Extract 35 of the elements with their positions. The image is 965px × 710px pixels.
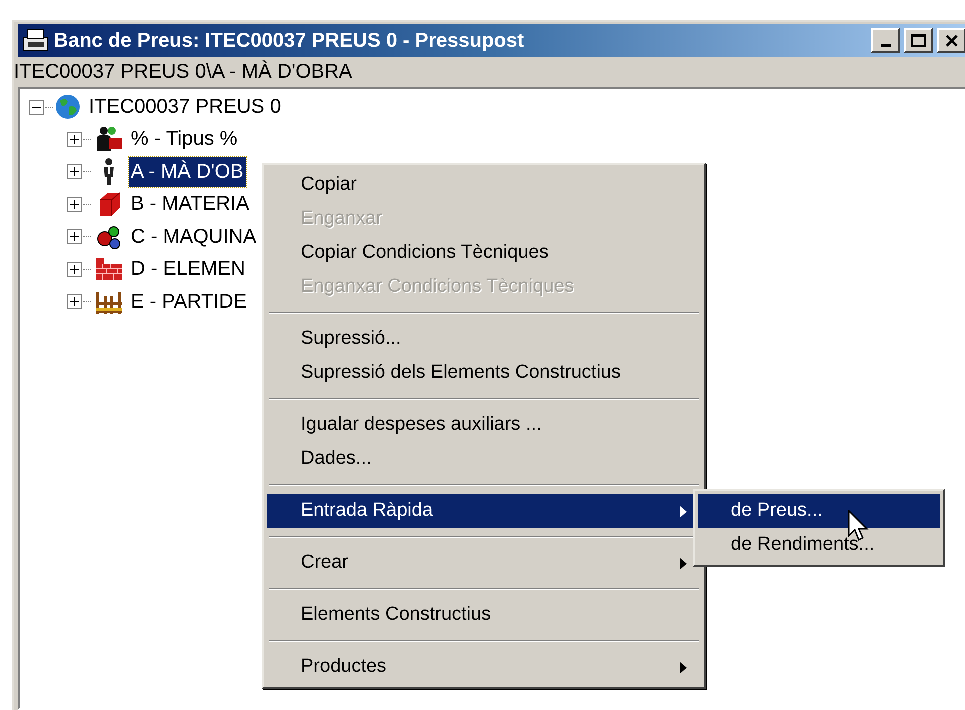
person-icon <box>101 158 117 186</box>
tree-item[interactable]: B - MATERIA <box>129 189 252 220</box>
close-button[interactable] <box>937 28 965 53</box>
menu-item[interactable]: Igualar despeses auxiliars ... <box>267 408 701 442</box>
window-title: Banc de Preus: ITEC00037 PREUS 0 - Pressupost <box>54 28 526 54</box>
tree-item[interactable]: % - Tipus % <box>129 124 240 154</box>
menu-item[interactable]: Supressió... <box>267 322 701 356</box>
collapse-toggle[interactable] <box>29 100 44 114</box>
tree-item[interactable]: C - MAQUINA <box>129 222 259 252</box>
menu-item[interactable]: Copiar <box>267 168 701 202</box>
menu-item[interactable]: Supressió dels Elements Constructius <box>267 356 701 390</box>
expand-toggle[interactable] <box>67 196 82 212</box>
menu-item[interactable]: de Preus... <box>698 494 940 528</box>
menu-item[interactable]: Elements Constructius <box>267 598 701 632</box>
printer-icon <box>22 28 50 54</box>
menu-item[interactable]: de Rendiments... <box>698 528 940 562</box>
menu-item[interactable]: Copiar Condicions Tècniques <box>267 236 701 270</box>
tree-item[interactable]: D - ELEMEN <box>129 254 248 284</box>
expand-toggle[interactable] <box>67 294 82 310</box>
tree-item[interactable]: A - MÀ D'OB <box>129 156 246 187</box>
group-icon <box>94 125 124 154</box>
expand-toggle[interactable] <box>67 262 82 277</box>
menu-item[interactable]: Dades... <box>267 442 701 476</box>
expand-toggle[interactable] <box>67 229 82 244</box>
expand-toggle[interactable] <box>67 132 82 147</box>
path-label: ITEC00037 PREUS 0\A - MÀ D'OBRA <box>14 60 352 85</box>
tree-item[interactable]: E - PARTIDE <box>129 286 249 317</box>
tree-item[interactable]: ITEC00037 PREUS 0 <box>89 92 282 122</box>
wall-icon <box>94 256 124 282</box>
globe-icon <box>54 93 82 121</box>
close-icon <box>944 34 958 46</box>
maximize-button[interactable] <box>904 28 933 53</box>
minimize-button[interactable] <box>871 28 900 53</box>
expand-toggle[interactable] <box>67 164 82 180</box>
menu-item[interactable]: Productes <box>267 650 701 684</box>
